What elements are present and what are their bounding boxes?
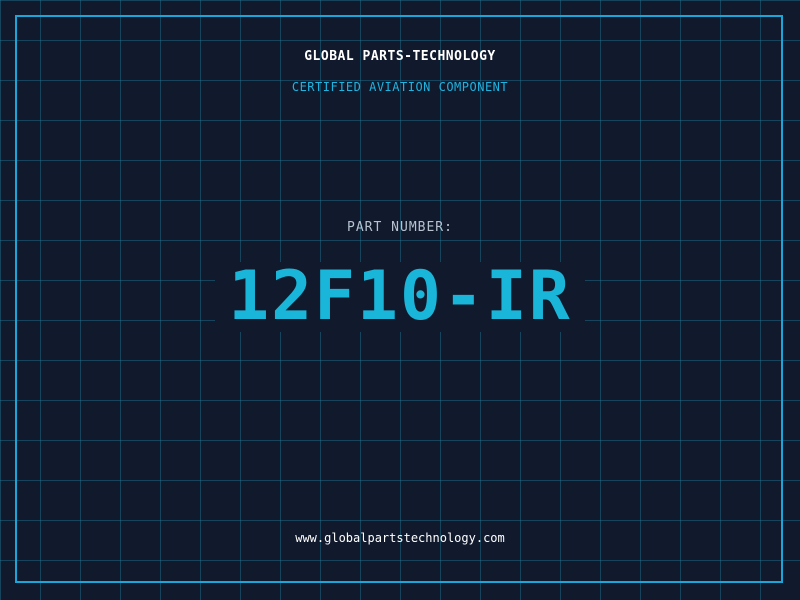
website-url: www.globalpartstechnology.com [295, 531, 505, 545]
part-number-value: 12F10-IR [215, 262, 585, 332]
part-number-label: PART NUMBER: [347, 220, 453, 235]
company-name: GLOBAL PARTS-TECHNOLOGY [304, 49, 496, 64]
certification-tagline: CERTIFIED AVIATION COMPONENT [291, 80, 509, 94]
